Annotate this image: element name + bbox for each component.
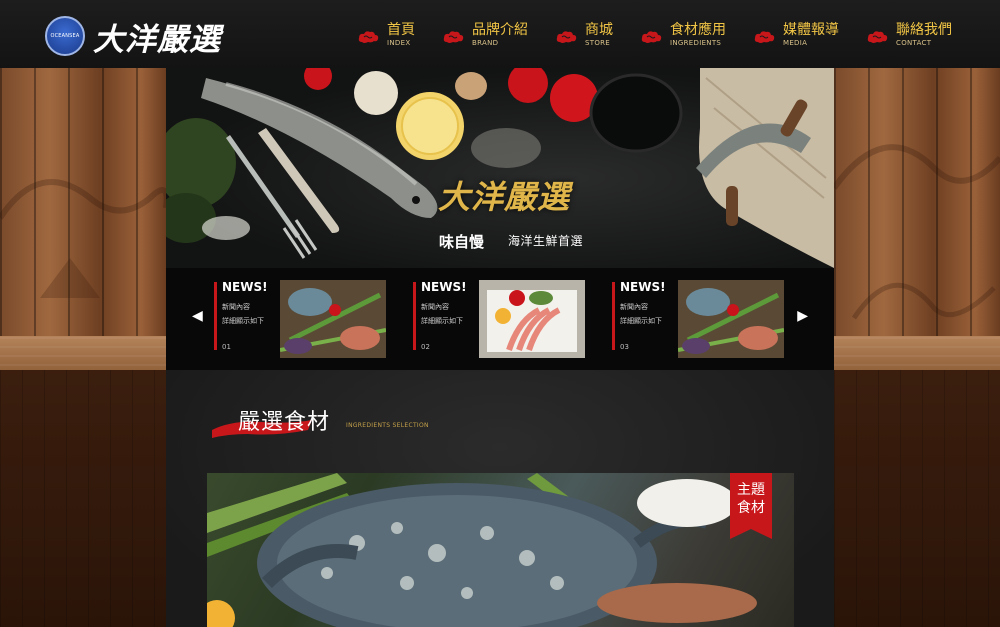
hero-tagline-primary: 味自慢 [439,233,485,251]
nav-item-store[interactable]: 商城 STORE [554,22,613,52]
news-thumbnail-seafood-platter [678,280,784,358]
cloud-icon [754,31,775,43]
carousel-next-arrow[interactable]: ▶ [797,308,808,324]
wood-lower-left [0,370,166,627]
nav-item-contact[interactable]: 聯絡我們 CONTACT [865,22,952,52]
crab-illustration [207,473,757,627]
wave-pattern-right [834,144,1000,320]
news-thumbnail-seafood-platter [280,280,386,358]
hero-brand-logo: 大洋嚴選 [438,178,571,216]
news-card-title: NEWS! [620,280,666,294]
news-card-accent-bar [214,282,217,350]
news-card-title: NEWS! [421,280,467,294]
hero-tagline-secondary: 海洋生鮮首選 [508,234,584,248]
news-carousel: ◀ ▶ NEWS! 新聞內容 詳細顯示如下 01 NEWS! 新聞內容 詳細顯示… [166,268,834,370]
news-card[interactable]: NEWS! 新聞內容 詳細顯示如下 02 [413,280,585,358]
hero-food-illustration [166,68,834,268]
news-card-line1: 新聞內容 [421,303,449,311]
news-card-accent-bar [612,282,615,350]
wood-panel-right [834,68,1000,438]
nav-label-zh: 聯絡我們 [896,22,952,38]
site-header: OCEANSEA 大洋嚴選 首頁 INDEX 品牌介紹 BRAND 商城 STO… [0,0,1000,68]
brand-wordmark[interactable]: 大洋嚴選 [93,14,221,59]
section-subtitle: INGREDIENTS SELECTION [346,422,429,429]
news-card-line1: 新聞內容 [620,303,648,311]
brand-badge-logo[interactable]: OCEANSEA [45,16,85,56]
nav-item-media[interactable]: 媒體報導 MEDIA [752,22,839,52]
nav-item-index[interactable]: 首頁 INDEX [356,22,415,52]
main-nav: 首頁 INDEX 品牌介紹 BRAND 商城 STORE 食材應用 INGRED… [356,22,952,52]
news-card-line2: 詳細顯示如下 [222,317,264,325]
nav-label-en: STORE [585,39,611,47]
cloud-icon [443,31,464,43]
cloud-icon [641,31,662,43]
nav-label-zh: 媒體報導 [783,22,839,38]
news-card-number: 01 [222,343,231,351]
nav-label-zh: 品牌介紹 [472,22,528,38]
badge-text: OCEANSEA [50,33,80,39]
nav-label-en: INGREDIENTS [670,39,722,47]
nav-label-zh: 商城 [585,22,613,38]
ingredients-section: 嚴選食材 INGREDIENTS SELECTION 主題 食材 [166,370,834,627]
news-card-line2: 詳細顯示如下 [421,317,463,325]
news-card-line2: 詳細顯示如下 [620,317,662,325]
nav-label-en: CONTACT [896,39,932,47]
wood-panel-left [0,68,166,438]
news-card-line1: 新聞內容 [222,303,250,311]
ribbon-line1: 主題 [737,482,765,498]
nav-label-zh: 首頁 [387,22,415,38]
news-thumbnail-shrimp-plate [479,280,585,358]
carousel-prev-arrow[interactable]: ◀ [192,308,203,324]
news-card-title: NEWS! [222,280,268,294]
news-card[interactable]: NEWS! 新聞內容 詳細顯示如下 03 [612,280,784,358]
news-card-number: 02 [421,343,430,351]
cloud-icon [867,31,888,43]
nav-label-en: INDEX [387,39,411,47]
ribbon-line2: 食材 [737,500,765,516]
wood-lower-right [834,370,1000,627]
news-card-accent-bar [413,282,416,350]
section-title: 嚴選食材 [238,410,331,435]
nav-item-ingredients[interactable]: 食材應用 INGREDIENTS [639,22,726,52]
nav-label-zh: 食材應用 [670,22,726,38]
featured-ingredient-image[interactable]: 主題 食材 [207,473,794,627]
nav-label-en: BRAND [472,39,499,47]
hero-banner: 大洋嚴選 味自慢 海洋生鮮首選 [166,68,834,268]
theme-ingredient-ribbon: 主題 食材 [730,473,772,539]
nav-label-en: MEDIA [783,39,808,47]
nav-item-brand[interactable]: 品牌介紹 BRAND [441,22,528,52]
news-card[interactable]: NEWS! 新聞內容 詳細顯示如下 01 [214,280,386,358]
wave-pattern-left [0,179,166,298]
news-card-number: 03 [620,343,629,351]
cloud-icon [556,31,577,43]
cloud-icon [358,31,379,43]
